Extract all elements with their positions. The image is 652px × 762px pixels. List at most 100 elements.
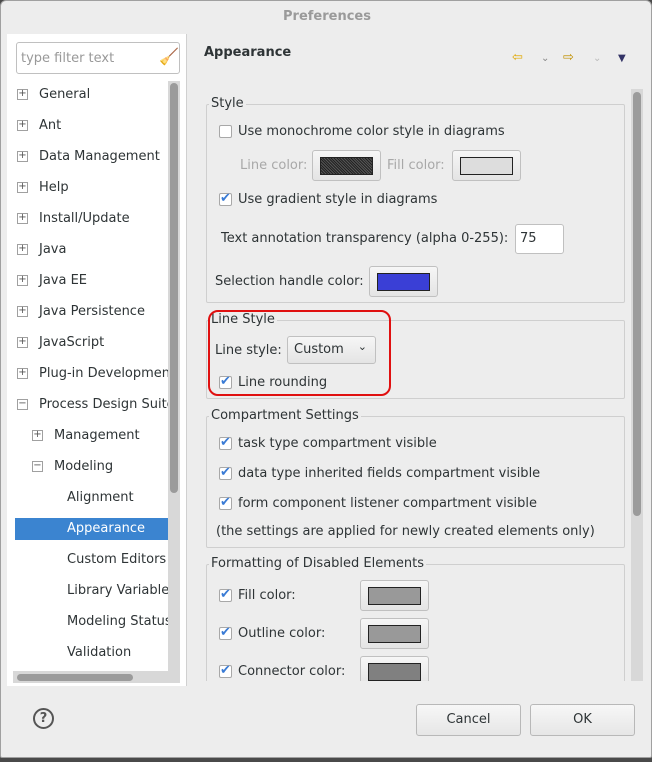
disabled-fill-color-button[interactable] xyxy=(360,580,429,611)
tree-item[interactable]: − Process Design Suite xyxy=(15,394,168,416)
view-menu-icon[interactable]: ▼ xyxy=(618,53,626,64)
tree-item[interactable]: + Plug-in Development xyxy=(15,363,168,385)
tree-item-label: Data Management xyxy=(39,149,160,164)
data-type-checkbox[interactable]: data type inherited fields compartment v… xyxy=(219,464,541,483)
checkbox-label: form component listener compartment visi… xyxy=(238,496,538,511)
filter-input[interactable]: type filter text xyxy=(16,42,180,74)
expand-icon[interactable]: + xyxy=(17,182,28,193)
line-color-label: Line color: xyxy=(240,158,308,173)
tree-item-label: Modeling Status xyxy=(67,614,168,629)
tree-item-label: Install/Update xyxy=(39,211,130,226)
collapse-icon[interactable]: − xyxy=(17,399,28,410)
disabled-clip: Formatting of Disabled Elements Fill col… xyxy=(201,556,629,681)
disabled-connector-color-button[interactable] xyxy=(360,656,429,681)
expand-icon[interactable]: + xyxy=(17,306,28,317)
collapse-icon[interactable]: − xyxy=(32,461,43,472)
form-component-checkbox[interactable]: form component listener compartment visi… xyxy=(219,494,538,513)
expand-icon[interactable]: + xyxy=(17,337,28,348)
tree-item[interactable]: + Java xyxy=(15,239,168,261)
checkbox-checked-icon[interactable] xyxy=(219,662,232,680)
gradient-label: Use gradient style in diagrams xyxy=(238,192,438,207)
help-icon[interactable]: ? xyxy=(33,708,54,729)
tree-item[interactable]: + Management xyxy=(15,425,168,447)
preferences-dialog: Preferences type filter text 🧹 + General +… xyxy=(0,0,652,758)
tree-item[interactable]: Library Variables xyxy=(15,580,168,602)
checkbox-unchecked-icon[interactable] xyxy=(219,125,232,138)
tree-item-label: Help xyxy=(39,180,69,195)
checkbox-label: Connector color: xyxy=(238,664,346,679)
expand-icon[interactable]: + xyxy=(17,120,28,131)
tree-item[interactable]: Appearance xyxy=(15,518,168,540)
transparency-input[interactable]: 75 xyxy=(515,224,564,254)
tree-item[interactable]: + General xyxy=(15,84,168,106)
checkbox-checked-icon[interactable] xyxy=(219,494,232,512)
tree-item-label: Custom Editors xyxy=(67,552,167,567)
highlight-annotation xyxy=(208,310,391,396)
window-title: Preferences xyxy=(283,9,371,24)
tree-item-label: Java xyxy=(39,242,67,257)
back-history-chevron-icon[interactable]: ⌄ xyxy=(541,53,549,64)
tree-item[interactable]: + JavaScript xyxy=(15,332,168,354)
task-type-checkbox[interactable]: task type compartment visible xyxy=(219,434,437,453)
expand-icon[interactable]: + xyxy=(17,275,28,286)
cancel-button[interactable]: Cancel xyxy=(416,704,521,736)
selection-handle-color-button[interactable] xyxy=(369,266,438,297)
tree-item[interactable]: − Modeling xyxy=(15,456,168,478)
checkbox-label: data type inherited fields compartment v… xyxy=(238,466,541,481)
monochrome-label: Use monochrome color style in diagrams xyxy=(238,124,505,139)
tree-item[interactable]: + Data Management xyxy=(15,146,168,168)
tree-item-label: Java EE xyxy=(39,273,88,288)
checkbox-label: Outline color: xyxy=(238,626,326,641)
line-color-button[interactable] xyxy=(312,150,381,181)
tree-item[interactable]: + Java Persistence xyxy=(15,301,168,323)
forward-history-chevron-icon[interactable]: ⌄ xyxy=(593,53,601,64)
expand-icon[interactable]: + xyxy=(17,151,28,162)
tree-vertical-scrollbar[interactable] xyxy=(168,81,180,671)
ok-button[interactable]: OK xyxy=(530,704,635,736)
tree-item-label: Java Persistence xyxy=(39,304,145,319)
disabled-connector-checkbox[interactable]: Connector color: xyxy=(219,662,346,681)
disabled-outline-color-button[interactable] xyxy=(360,618,429,649)
tree-item[interactable]: + Install/Update xyxy=(15,208,168,230)
checkbox-checked-icon[interactable] xyxy=(219,624,232,642)
disabled-legend: Formatting of Disabled Elements xyxy=(209,556,427,572)
expand-icon[interactable]: + xyxy=(17,368,28,379)
page-title: Appearance xyxy=(204,45,292,60)
tree-item[interactable]: Custom Editors xyxy=(15,549,168,571)
monochrome-checkbox[interactable]: Use monochrome color style in diagrams xyxy=(219,123,505,141)
tree-item-label: Validation xyxy=(67,645,132,660)
expand-icon[interactable]: + xyxy=(17,89,28,100)
expand-icon[interactable]: + xyxy=(17,244,28,255)
transparency-label: Text annotation transparency (alpha 0-25… xyxy=(221,231,509,246)
tree-item-label: General xyxy=(39,87,91,102)
tree-item-label: Plug-in Development xyxy=(39,366,168,381)
fill-color-button[interactable] xyxy=(452,150,521,181)
checkbox-checked-icon[interactable] xyxy=(219,434,232,452)
tree-item-label: Management xyxy=(54,428,140,443)
disabled-fill-checkbox[interactable]: Fill color: xyxy=(219,586,296,605)
style-legend: Style xyxy=(209,96,246,112)
tree-item[interactable]: + Help xyxy=(15,177,168,199)
selection-handle-label: Selection handle color: xyxy=(215,274,364,289)
expand-icon[interactable]: + xyxy=(32,430,43,441)
tree-item-label: Process Design Suite xyxy=(39,397,168,412)
checkbox-checked-icon[interactable] xyxy=(219,586,232,604)
checkbox-label: task type compartment visible xyxy=(238,436,437,451)
disabled-outline-checkbox[interactable]: Outline color: xyxy=(219,624,326,643)
tree-item[interactable]: Validation xyxy=(15,642,168,664)
tree-item[interactable]: + Ant xyxy=(15,115,168,137)
tree-item[interactable]: + Java EE xyxy=(15,270,168,292)
gradient-checkbox[interactable]: Use gradient style in diagrams xyxy=(219,190,438,209)
tree-item-label: Appearance xyxy=(67,521,146,536)
tree-item-label: Modeling xyxy=(54,459,114,474)
tree-item[interactable]: Modeling Status xyxy=(15,611,168,633)
tree-horizontal-scrollbar[interactable] xyxy=(13,671,180,683)
checkbox-checked-icon[interactable] xyxy=(219,190,232,208)
back-arrow-icon[interactable]: ⇦ xyxy=(512,50,523,65)
broom-clear-icon[interactable]: 🧹 xyxy=(159,47,179,66)
forward-arrow-icon[interactable]: ⇨ xyxy=(563,50,574,65)
checkbox-checked-icon[interactable] xyxy=(219,464,232,482)
expand-icon[interactable]: + xyxy=(17,213,28,224)
page-vertical-scrollbar[interactable] xyxy=(631,89,643,681)
tree-item[interactable]: Alignment xyxy=(15,487,168,509)
